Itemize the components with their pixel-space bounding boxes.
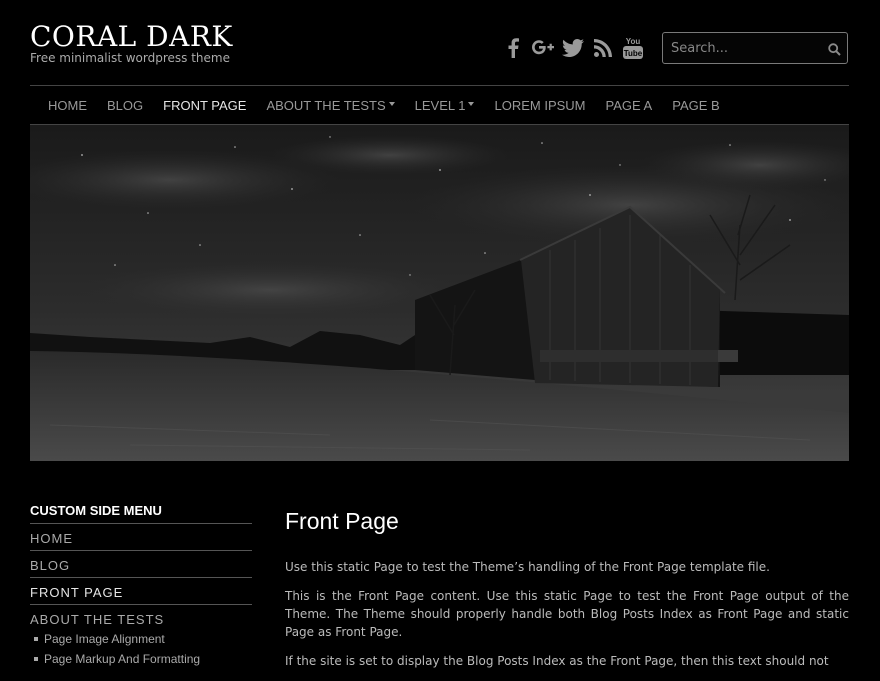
nav-item-page-a[interactable]: PAGE A xyxy=(606,98,653,113)
sidebar: CUSTOM SIDE MENU HOME BLOG FRONT PAGE AB… xyxy=(30,503,252,669)
sidebar-item-about-the-tests[interactable]: ABOUT THE TESTS xyxy=(30,605,252,629)
nav-item-lorem-ipsum[interactable]: LOREM IPSUM xyxy=(494,98,585,113)
content-paragraph: Use this static Page to test the Theme’s… xyxy=(285,560,770,574)
site-header: CORAL DARK Free minimalist wordpress the… xyxy=(30,20,849,85)
social-links: You Tube xyxy=(502,36,644,60)
sidebar-item-blog[interactable]: BLOG xyxy=(30,551,252,578)
content-paragraph: This is the Front Page content. Use this… xyxy=(285,589,849,639)
nav-item-blog[interactable]: BLOG xyxy=(107,98,143,113)
site-tagline: Free minimalist wordpress theme xyxy=(30,51,230,65)
sidebar-item-front-page[interactable]: FRONT PAGE xyxy=(30,578,252,605)
nav-item-front-page[interactable]: FRONT PAGE xyxy=(163,98,246,113)
main-navigation: HOME BLOG FRONT PAGE ABOUT THE TESTS LEV… xyxy=(30,86,849,124)
nav-item-about-the-tests[interactable]: ABOUT THE TESTS xyxy=(266,98,395,113)
caret-down-icon xyxy=(468,102,475,107)
facebook-icon[interactable] xyxy=(502,36,524,60)
header-image xyxy=(30,125,849,461)
svg-text:You: You xyxy=(626,37,641,46)
svg-text:Tube: Tube xyxy=(624,49,643,58)
caret-down-icon xyxy=(388,102,395,107)
sidebar-submenu: Page Image Alignment Page Markup And For… xyxy=(30,629,252,669)
sidebar-subitem-page-image-alignment[interactable]: Page Image Alignment xyxy=(30,629,252,649)
sidebar-subitem-page-markup-and-formatting[interactable]: Page Markup And Formatting xyxy=(30,649,252,669)
site-title[interactable]: CORAL DARK xyxy=(30,20,233,54)
content-paragraph: If the site is set to display the Blog P… xyxy=(285,654,829,668)
youtube-icon[interactable]: You Tube xyxy=(622,36,644,60)
nav-item-home[interactable]: HOME xyxy=(48,98,87,113)
search-icon[interactable] xyxy=(828,41,841,60)
twitter-icon[interactable] xyxy=(562,36,584,60)
nav-item-page-b[interactable]: PAGE B xyxy=(672,98,719,113)
google-plus-icon[interactable] xyxy=(532,36,554,60)
sidebar-title: CUSTOM SIDE MENU xyxy=(30,503,252,524)
search-box xyxy=(662,32,848,64)
nav-item-level-1[interactable]: LEVEL 1 xyxy=(415,98,475,113)
search-input[interactable] xyxy=(663,33,821,63)
rss-icon[interactable] xyxy=(592,36,614,60)
page-title: Front Page xyxy=(285,508,399,534)
sidebar-item-home[interactable]: HOME xyxy=(30,524,252,551)
main-content: Front Page Use this static Page to test … xyxy=(285,507,849,681)
